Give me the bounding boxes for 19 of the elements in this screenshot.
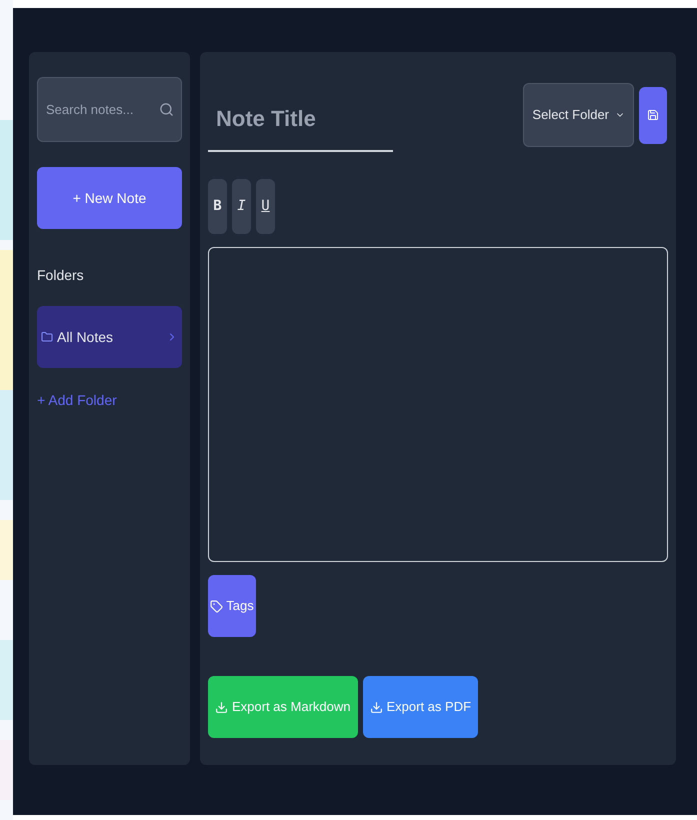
folder-icon: [41, 331, 53, 343]
new-note-button[interactable]: + New Note: [37, 167, 182, 229]
export-button[interactable]: Export as PDF: [362, 676, 478, 738]
save-icon: [647, 108, 659, 122]
title-field[interactable]: Note Title: [208, 88, 393, 152]
format-button[interactable]: B: [208, 179, 227, 234]
folder-select[interactable]: Select Folder: [523, 83, 634, 147]
save-button[interactable]: [639, 86, 667, 144]
download-icon: [370, 700, 382, 714]
folders-heading: Folders: [37, 266, 85, 285]
search-field[interactable]: Search notes...: [37, 77, 182, 142]
format-button[interactable]: U: [256, 179, 275, 234]
download-icon: [215, 700, 228, 714]
format-button[interactable]: I: [232, 179, 251, 234]
tags-button[interactable]: Tags: [208, 575, 256, 637]
folder-item[interactable]: All Notes: [37, 306, 182, 368]
tag-icon: [210, 600, 224, 612]
folder-label: All Notes: [57, 328, 114, 346]
search-icon: [159, 102, 174, 117]
